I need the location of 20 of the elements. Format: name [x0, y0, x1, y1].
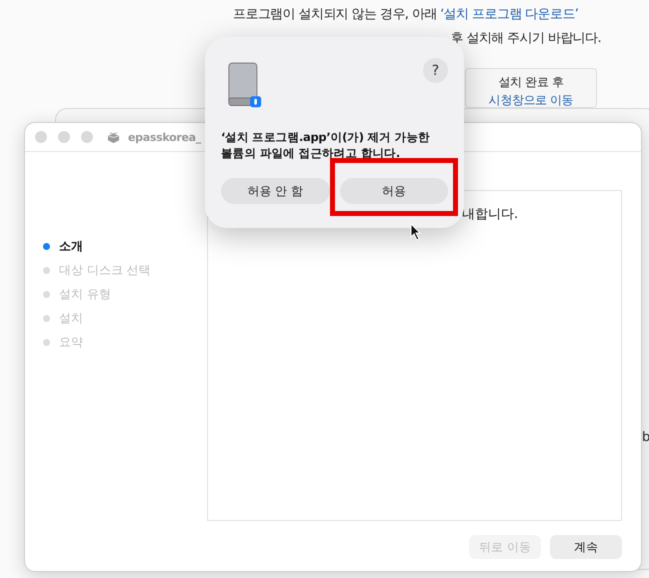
window-control-icon[interactable]: [58, 131, 70, 143]
continue-button[interactable]: 계속: [550, 535, 622, 559]
window-title: epasskorea_: [128, 130, 201, 144]
step-label: 소개: [59, 238, 83, 255]
pointer-icon: [410, 223, 422, 241]
notice-text: 프로그램이 설치되지 않는 경우, 아래 ‘설치 프로그램 다운로드’: [233, 6, 578, 23]
notice-text: 후 설치해 주시기 바랍니다.: [450, 30, 601, 47]
go-to-viewer-button[interactable]: 설치 완료 후 시청창으로 이동: [465, 68, 597, 108]
step-label: 설치: [59, 310, 83, 327]
allow-button[interactable]: 허용: [340, 178, 448, 204]
help-button[interactable]: ?: [423, 58, 448, 83]
step-label: 대상 디스크 선택: [59, 262, 151, 279]
package-icon: [107, 130, 120, 144]
deny-button[interactable]: 허용 안 함: [221, 178, 330, 204]
step-label: 요약: [59, 334, 83, 351]
window-control-icon[interactable]: [81, 131, 93, 143]
step-label: 설치 유형: [59, 286, 111, 303]
window-control-icon[interactable]: [35, 131, 47, 143]
content-text: 내합니다.: [462, 206, 518, 223]
download-link[interactable]: ‘설치 프로그램 다운로드’: [440, 7, 578, 22]
